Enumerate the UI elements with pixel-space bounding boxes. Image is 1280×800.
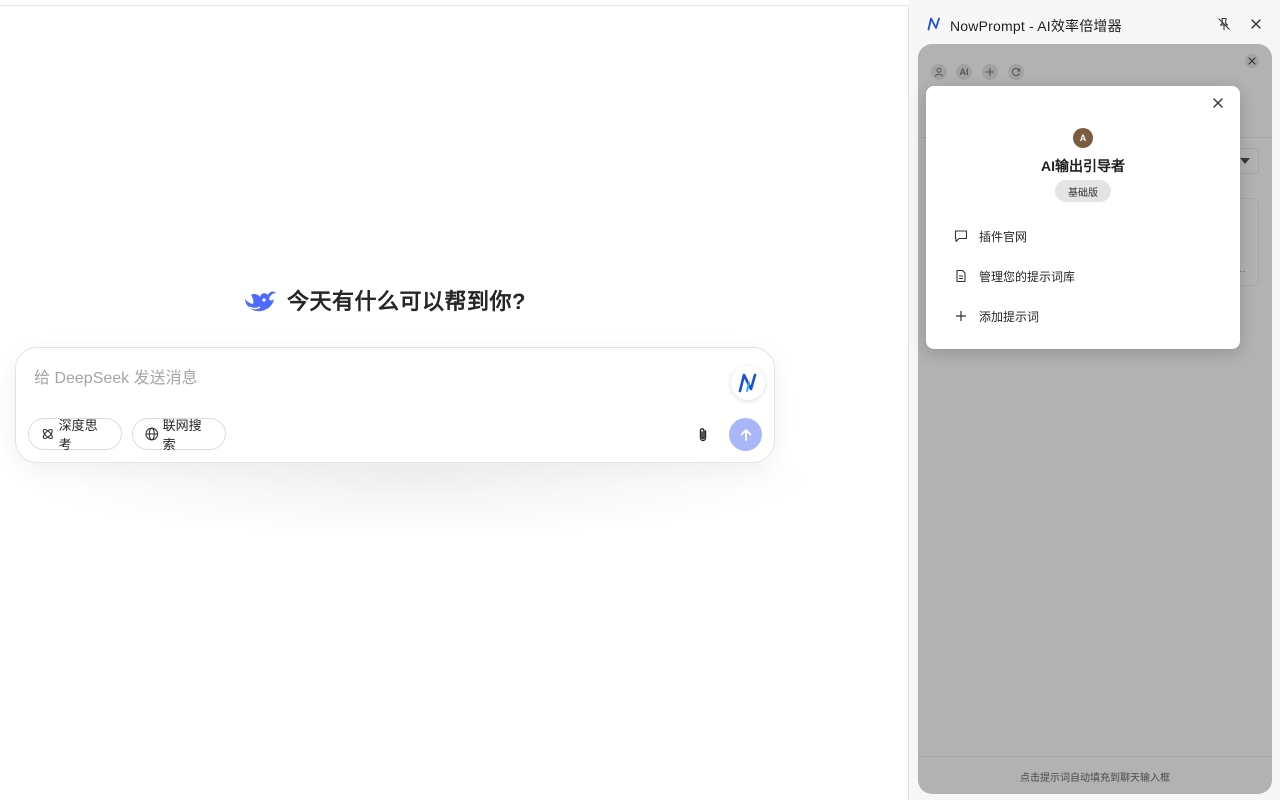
- document-icon: [956, 269, 966, 283]
- avatar: A: [1073, 128, 1093, 148]
- close-panel-icon[interactable]: [1249, 17, 1263, 31]
- avatar-letter: A: [1079, 133, 1087, 143]
- chat-main-area: 今天有什么可以帮到你? 给 DeepSeek 发送消息 深度思考 联网搜索: [0, 0, 909, 800]
- unpin-icon[interactable]: [1217, 17, 1231, 31]
- top-divider: [0, 5, 909, 6]
- paperclip-icon[interactable]: [694, 426, 712, 444]
- menu-item-label: 添加提示词: [979, 309, 1040, 324]
- ai-label: AI: [959, 67, 969, 77]
- deepseek-whale-logo-icon: [245, 291, 276, 312]
- welcome-heading: 今天有什么可以帮到你?: [243, 284, 526, 316]
- arrow-up-icon: [740, 428, 751, 441]
- welcome-text: 今天有什么可以帮到你?: [287, 289, 526, 314]
- nowprompt-logo-icon: [927, 17, 940, 31]
- sidepanel-footer: 点击提示词自动填充到聊天输入框: [918, 756, 1272, 794]
- nowprompt-logo-icon: [738, 373, 757, 393]
- nowprompt-trigger-button[interactable]: [731, 366, 765, 400]
- dismiss-overlay-icon[interactable]: [1245, 54, 1259, 68]
- deep-think-toggle[interactable]: 深度思考: [28, 418, 122, 452]
- account-menu-popup: A AI输出引导者 基础版 插件官网 管理您的提示词库 添加提示词: [926, 86, 1240, 349]
- sidepanel-title: NowPrompt - AI效率倍增器: [950, 18, 1122, 34]
- caret-down-icon: [1240, 158, 1250, 164]
- plus-icon: [956, 311, 966, 321]
- menu-item-add-prompt[interactable]: 添加提示词: [954, 306, 1039, 326]
- deep-think-label: 深度思考: [58, 418, 98, 452]
- sidepanel-header: NowPrompt - AI效率倍增器: [909, 0, 1280, 44]
- menu-item-website[interactable]: 插件官网: [954, 226, 1027, 246]
- menu-item-label: 管理您的提示词库: [979, 269, 1076, 284]
- web-search-label: 联网搜索: [162, 418, 202, 452]
- menu-item-label: 插件官网: [979, 229, 1028, 244]
- message-input[interactable]: 给 DeepSeek 发送消息: [34, 364, 198, 388]
- menu-item-manage-library[interactable]: 管理您的提示词库: [954, 266, 1075, 286]
- close-popup-icon[interactable]: [1211, 96, 1225, 110]
- add-icon[interactable]: [982, 64, 998, 80]
- user-icon[interactable]: [931, 64, 947, 80]
- message-composer: 给 DeepSeek 发送消息 深度思考 联网搜索: [15, 347, 775, 463]
- refresh-icon[interactable]: [1008, 64, 1024, 80]
- ai-toggle-button[interactable]: AI: [956, 64, 972, 80]
- globe-icon: [145, 427, 159, 441]
- plan-badge: 基础版: [1055, 180, 1111, 202]
- user-name: AI输出引导者: [1041, 158, 1125, 174]
- send-button[interactable]: [729, 418, 762, 451]
- atom-icon: [42, 428, 53, 440]
- web-search-toggle[interactable]: 联网搜索: [132, 418, 226, 452]
- message-square-icon: [954, 230, 968, 243]
- footer-hint: 点击提示词自动填充到聊天输入框: [1020, 772, 1170, 784]
